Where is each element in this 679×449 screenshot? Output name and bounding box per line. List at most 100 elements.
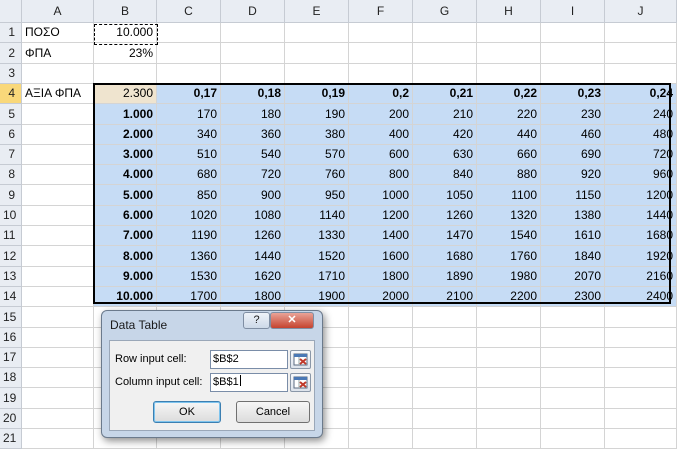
cell-h12[interactable]: 1760	[477, 246, 541, 267]
cell-h17[interactable]	[477, 348, 541, 368]
cell-j5[interactable]: 240	[605, 104, 677, 125]
cell-b1[interactable]: 10.000	[94, 23, 157, 43]
cell-e5[interactable]: 190	[285, 104, 349, 125]
cell-c9[interactable]: 850	[157, 185, 221, 206]
row-header-19[interactable]: 19	[0, 388, 22, 409]
cell-h2[interactable]	[477, 43, 541, 64]
cell-g7[interactable]: 630	[413, 145, 477, 165]
cell-c13[interactable]: 1530	[157, 267, 221, 287]
cell-i12[interactable]: 1840	[541, 246, 605, 267]
select-all-corner[interactable]	[0, 0, 22, 23]
cell-a19[interactable]	[22, 388, 94, 409]
row-header-4[interactable]: 4	[0, 84, 22, 104]
cell-c3[interactable]	[157, 64, 221, 84]
row-header-6[interactable]: 6	[0, 125, 22, 145]
cell-i9[interactable]: 1150	[541, 185, 605, 206]
cell-h8[interactable]: 880	[477, 165, 541, 185]
row-header-14[interactable]: 14	[0, 287, 22, 307]
row-header-12[interactable]: 12	[0, 246, 22, 267]
cell-f5[interactable]: 200	[349, 104, 413, 125]
cell-b10[interactable]: 6.000	[94, 206, 157, 226]
cell-a6[interactable]	[22, 125, 94, 145]
cell-f10[interactable]: 1200	[349, 206, 413, 226]
cell-b13[interactable]: 9.000	[94, 267, 157, 287]
help-button[interactable]: ?	[243, 312, 270, 329]
cell-h5[interactable]: 220	[477, 104, 541, 125]
cell-a11[interactable]	[22, 226, 94, 246]
cell-f15[interactable]	[349, 307, 413, 328]
cell-j3[interactable]	[605, 64, 677, 84]
cell-e10[interactable]: 1140	[285, 206, 349, 226]
cell-j11[interactable]: 1680	[605, 226, 677, 246]
cell-h11[interactable]: 1540	[477, 226, 541, 246]
cell-b6[interactable]: 2.000	[94, 125, 157, 145]
cell-e12[interactable]: 1520	[285, 246, 349, 267]
cell-h4[interactable]: 0,22	[477, 84, 541, 104]
cell-e3[interactable]	[285, 64, 349, 84]
cancel-button[interactable]: Cancel	[236, 401, 310, 423]
cell-i1[interactable]	[541, 23, 605, 43]
cell-b9[interactable]: 5.000	[94, 185, 157, 206]
cell-f2[interactable]	[349, 43, 413, 64]
cell-h19[interactable]	[477, 388, 541, 409]
row-header-20[interactable]: 20	[0, 409, 22, 429]
cell-d9[interactable]: 900	[221, 185, 285, 206]
cell-c14[interactable]: 1700	[157, 287, 221, 307]
cell-g6[interactable]: 420	[413, 125, 477, 145]
cell-i18[interactable]	[541, 368, 605, 388]
column-header-d[interactable]: D	[221, 0, 285, 23]
cell-a3[interactable]	[22, 64, 94, 84]
cell-g13[interactable]: 1890	[413, 267, 477, 287]
cell-c6[interactable]: 340	[157, 125, 221, 145]
cell-i2[interactable]	[541, 43, 605, 64]
cell-i20[interactable]	[541, 409, 605, 429]
cell-d2[interactable]	[221, 43, 285, 64]
cell-g12[interactable]: 1680	[413, 246, 477, 267]
cell-h21[interactable]	[477, 429, 541, 449]
cell-f1[interactable]	[349, 23, 413, 43]
cell-j12[interactable]: 1920	[605, 246, 677, 267]
cell-h7[interactable]: 660	[477, 145, 541, 165]
cell-e1[interactable]	[285, 23, 349, 43]
cell-g14[interactable]: 2100	[413, 287, 477, 307]
row-header-15[interactable]: 15	[0, 307, 22, 328]
cell-j21[interactable]	[605, 429, 677, 449]
row-header-16[interactable]: 16	[0, 328, 22, 348]
cell-g20[interactable]	[413, 409, 477, 429]
cell-g16[interactable]	[413, 328, 477, 348]
cell-b2[interactable]: 23%	[94, 43, 157, 64]
cell-a15[interactable]	[22, 307, 94, 328]
cell-b7[interactable]: 3.000	[94, 145, 157, 165]
cell-a14[interactable]	[22, 287, 94, 307]
cell-a12[interactable]	[22, 246, 94, 267]
cell-j18[interactable]	[605, 368, 677, 388]
cell-b12[interactable]: 8.000	[94, 246, 157, 267]
row-input-collapse-button[interactable]	[290, 350, 311, 369]
cell-j19[interactable]	[605, 388, 677, 409]
cell-f8[interactable]: 800	[349, 165, 413, 185]
cell-f3[interactable]	[349, 64, 413, 84]
cell-h13[interactable]: 1980	[477, 267, 541, 287]
cell-i11[interactable]: 1610	[541, 226, 605, 246]
cell-a17[interactable]	[22, 348, 94, 368]
row-header-2[interactable]: 2	[0, 43, 22, 64]
column-header-f[interactable]: F	[349, 0, 413, 23]
cell-j7[interactable]: 720	[605, 145, 677, 165]
row-header-8[interactable]: 8	[0, 165, 22, 185]
row-header-18[interactable]: 18	[0, 368, 22, 388]
cell-e11[interactable]: 1330	[285, 226, 349, 246]
cell-e4[interactable]: 0,19	[285, 84, 349, 104]
cell-f21[interactable]	[349, 429, 413, 449]
cell-j20[interactable]	[605, 409, 677, 429]
cell-j17[interactable]	[605, 348, 677, 368]
cell-f16[interactable]	[349, 328, 413, 348]
cell-d4[interactable]: 0,18	[221, 84, 285, 104]
cell-f11[interactable]: 1400	[349, 226, 413, 246]
cell-g11[interactable]: 1470	[413, 226, 477, 246]
row-header-9[interactable]: 9	[0, 185, 22, 206]
cell-g18[interactable]	[413, 368, 477, 388]
cell-i16[interactable]	[541, 328, 605, 348]
cell-j8[interactable]: 960	[605, 165, 677, 185]
cell-i8[interactable]: 920	[541, 165, 605, 185]
cell-h20[interactable]	[477, 409, 541, 429]
